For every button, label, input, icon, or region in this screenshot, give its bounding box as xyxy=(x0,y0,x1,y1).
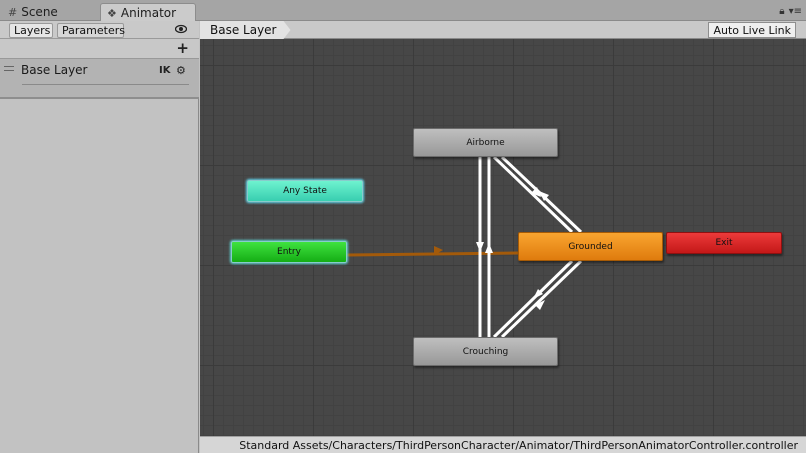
window-menu-icon[interactable]: ▾≡ xyxy=(789,6,802,17)
transition-crouching-to-grounded-diag[interactable] xyxy=(500,259,583,339)
tab-layers[interactable]: Layers xyxy=(9,23,53,38)
state-any-state[interactable]: Any State xyxy=(247,180,363,202)
status-bar: Standard Assets/Characters/ThirdPersonCh… xyxy=(200,436,806,453)
ik-badge: IK xyxy=(159,65,171,76)
state-airborne[interactable]: Airborne xyxy=(413,128,558,157)
grid-icon: # xyxy=(8,5,18,19)
gear-icon[interactable]: ⚙ xyxy=(176,64,186,77)
layers-panel: Layers Parameters + Base Layer IK ⚙ xyxy=(0,21,199,453)
window-controls: 🔒︎ ▾≡ xyxy=(779,6,802,17)
tab-scene-label: Scene xyxy=(21,5,58,19)
layer-weight-bar xyxy=(22,84,189,85)
add-layer-button[interactable]: + xyxy=(176,40,189,57)
state-exit[interactable]: Exit xyxy=(666,232,782,254)
state-entry[interactable]: Entry xyxy=(231,241,347,263)
layer-toolbar: + xyxy=(0,39,199,59)
state-grounded[interactable]: Grounded xyxy=(518,232,663,261)
state-crouching[interactable]: Crouching xyxy=(413,337,558,366)
tab-animator[interactable]: ❖ Animator xyxy=(100,3,196,22)
layer-name: Base Layer xyxy=(21,63,88,77)
layer-item-base-layer[interactable]: Base Layer IK ⚙ xyxy=(0,59,199,99)
tab-animator-label: Animator xyxy=(120,6,177,20)
lock-icon[interactable]: 🔒︎ xyxy=(779,6,784,17)
asset-path: Standard Assets/Characters/ThirdPersonCh… xyxy=(239,439,798,452)
transition-entry-grounded[interactable] xyxy=(346,251,519,257)
drag-handle[interactable] xyxy=(4,66,14,71)
arrow-head xyxy=(485,243,493,253)
breadcrumb-item[interactable]: Base Layer xyxy=(200,21,291,39)
panel-tab-bar: Layers Parameters xyxy=(0,21,199,39)
transition-airborne-to-grounded-diag[interactable] xyxy=(492,155,574,234)
auto-live-link-button[interactable]: Auto Live Link xyxy=(708,22,796,38)
graph-toolbar: Base Layer Auto Live Link xyxy=(200,21,806,39)
arrow-head xyxy=(476,242,484,252)
tab-parameters[interactable]: Parameters xyxy=(57,23,125,38)
animator-icon: ❖ xyxy=(107,6,117,20)
breadcrumb: Base Layer xyxy=(200,21,291,39)
tab-scene[interactable]: # Scene xyxy=(2,3,98,21)
state-machine-graph[interactable]: Airborne Crouching Grounded Exit Entry A… xyxy=(200,39,806,436)
window-tab-bar: # Scene ❖ Animator 🔒︎ ▾≡ xyxy=(0,0,806,22)
animator-window: # Scene ❖ Animator 🔒︎ ▾≡ Layers Paramete… xyxy=(0,0,806,453)
eye-icon[interactable] xyxy=(175,24,187,34)
